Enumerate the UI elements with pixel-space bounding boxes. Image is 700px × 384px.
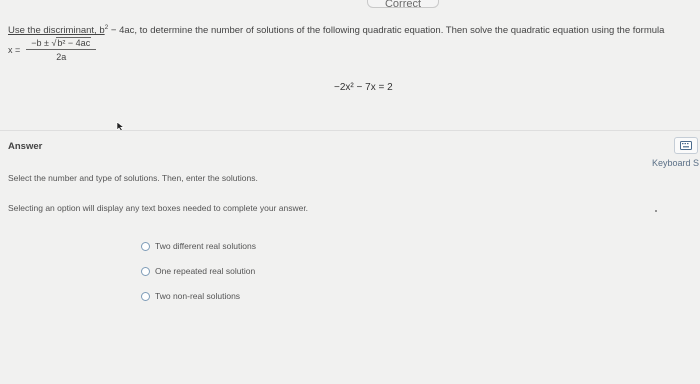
- answer-heading: Answer: [8, 141, 43, 152]
- formula-fraction: −b ± √b² − 4ac 2a: [26, 37, 97, 62]
- option-label: Two different real solutions: [155, 241, 256, 251]
- radio-button[interactable]: [141, 266, 150, 276]
- formula-lhs: x =: [8, 45, 21, 55]
- radio-button[interactable]: [141, 291, 150, 301]
- solution-options: Two different real solutions One repeate…: [141, 240, 256, 315]
- radio-button[interactable]: [141, 241, 150, 251]
- stray-dot: [655, 210, 657, 212]
- keyboard-button[interactable]: [674, 137, 698, 154]
- option-label: Two non-real solutions: [155, 291, 241, 301]
- quadratic-formula: x = −b ± √b² − 4ac 2a: [8, 37, 97, 62]
- section-divider: [0, 130, 700, 131]
- instruction-display: Selecting an option will display any tex…: [8, 203, 309, 213]
- option-label: One repeated real solution: [155, 266, 256, 276]
- quadratic-equation: −2x² − 7x = 2: [334, 82, 393, 93]
- correct-tab[interactable]: Correct: [367, 0, 439, 10]
- option-two-real[interactable]: Two different real solutions: [141, 240, 256, 252]
- question-prompt-rest: − 4ac, to determine the number of soluti…: [108, 25, 665, 36]
- option-one-repeated[interactable]: One repeated real solution: [141, 265, 256, 277]
- formula-radicand: b² − 4ac: [56, 37, 92, 48]
- formula-numerator: −b ± √b² − 4ac: [26, 37, 97, 50]
- discriminant-link: Use the discriminant, b: [8, 25, 105, 36]
- keyboard-icon: [680, 141, 692, 150]
- instruction-select: Select the number and type of solutions.…: [8, 173, 258, 183]
- option-two-nonreal[interactable]: Two non-real solutions: [141, 290, 256, 302]
- keyboard-label[interactable]: Keyboard S: [652, 158, 699, 168]
- question-prompt: Use the discriminant, b2 − 4ac, to deter…: [8, 24, 665, 36]
- formula-numerator-pre: −b ± √: [31, 38, 57, 48]
- formula-denominator: 2a: [56, 52, 67, 62]
